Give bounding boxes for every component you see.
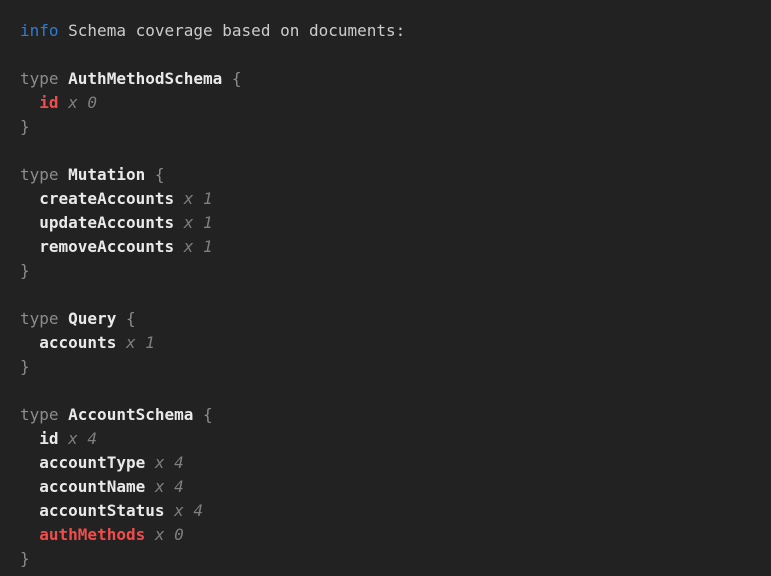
open-brace: { <box>232 69 242 88</box>
type-name: Query <box>68 309 116 328</box>
closing-brace-line: } <box>20 115 751 139</box>
type-declaration-line: type Mutation { <box>20 163 751 187</box>
closing-brace-line: } <box>20 355 751 379</box>
type-keyword: type <box>20 69 59 88</box>
type-keyword: type <box>20 405 59 424</box>
field-name: authMethods <box>39 525 145 544</box>
field-line: id x 0 <box>20 91 751 115</box>
type-name: AccountSchema <box>68 405 193 424</box>
field-line: authMethods x 0 <box>20 523 751 547</box>
open-brace: { <box>155 165 165 184</box>
type-keyword: type <box>20 165 59 184</box>
field-name: removeAccounts <box>39 237 174 256</box>
field-count: x 1 <box>184 213 213 232</box>
field-line: accountStatus x 4 <box>20 499 751 523</box>
field-count: x 4 <box>174 501 203 520</box>
blank-line <box>20 283 751 307</box>
close-brace: } <box>20 117 30 136</box>
open-brace: { <box>203 405 213 424</box>
field-count: x 4 <box>155 453 184 472</box>
blank-line <box>20 379 751 403</box>
field-name: updateAccounts <box>39 213 174 232</box>
field-count: x 1 <box>126 333 155 352</box>
field-name: accountName <box>39 477 145 496</box>
type-declaration-line: type Query { <box>20 307 751 331</box>
type-keyword: type <box>20 309 59 328</box>
field-count: x 1 <box>184 189 213 208</box>
log-message: Schema coverage based on documents: <box>68 21 405 40</box>
close-brace: } <box>20 357 30 376</box>
blank-line <box>20 43 751 67</box>
field-name: accountType <box>39 453 145 472</box>
field-line: createAccounts x 1 <box>20 187 751 211</box>
field-count: x 0 <box>68 93 97 112</box>
closing-brace-line: } <box>20 259 751 283</box>
field-name: id <box>39 93 58 112</box>
field-line: accountName x 4 <box>20 475 751 499</box>
field-line: accountType x 4 <box>20 451 751 475</box>
close-brace: } <box>20 549 30 568</box>
field-line: accounts x 1 <box>20 331 751 355</box>
log-level-info: info <box>20 21 59 40</box>
field-name: accountStatus <box>39 501 164 520</box>
field-count: x 1 <box>184 237 213 256</box>
field-name: id <box>39 429 58 448</box>
field-line: removeAccounts x 1 <box>20 235 751 259</box>
type-declaration-line: type AuthMethodSchema { <box>20 67 751 91</box>
log-line: info Schema coverage based on documents: <box>20 19 751 43</box>
blank-line <box>20 139 751 163</box>
field-count: x 4 <box>68 429 97 448</box>
field-name: createAccounts <box>39 189 174 208</box>
type-declaration-line: type AccountSchema { <box>20 403 751 427</box>
field-count: x 0 <box>155 525 184 544</box>
field-line: id x 4 <box>20 427 751 451</box>
close-brace: } <box>20 261 30 280</box>
type-name: AuthMethodSchema <box>68 69 222 88</box>
type-name: Mutation <box>68 165 145 184</box>
field-line: updateAccounts x 1 <box>20 211 751 235</box>
closing-brace-line: } <box>20 547 751 571</box>
field-count: x 4 <box>155 477 184 496</box>
open-brace: { <box>126 309 136 328</box>
field-name: accounts <box>39 333 116 352</box>
terminal-output[interactable]: infoSchema coverage based on documents: … <box>0 0 771 576</box>
